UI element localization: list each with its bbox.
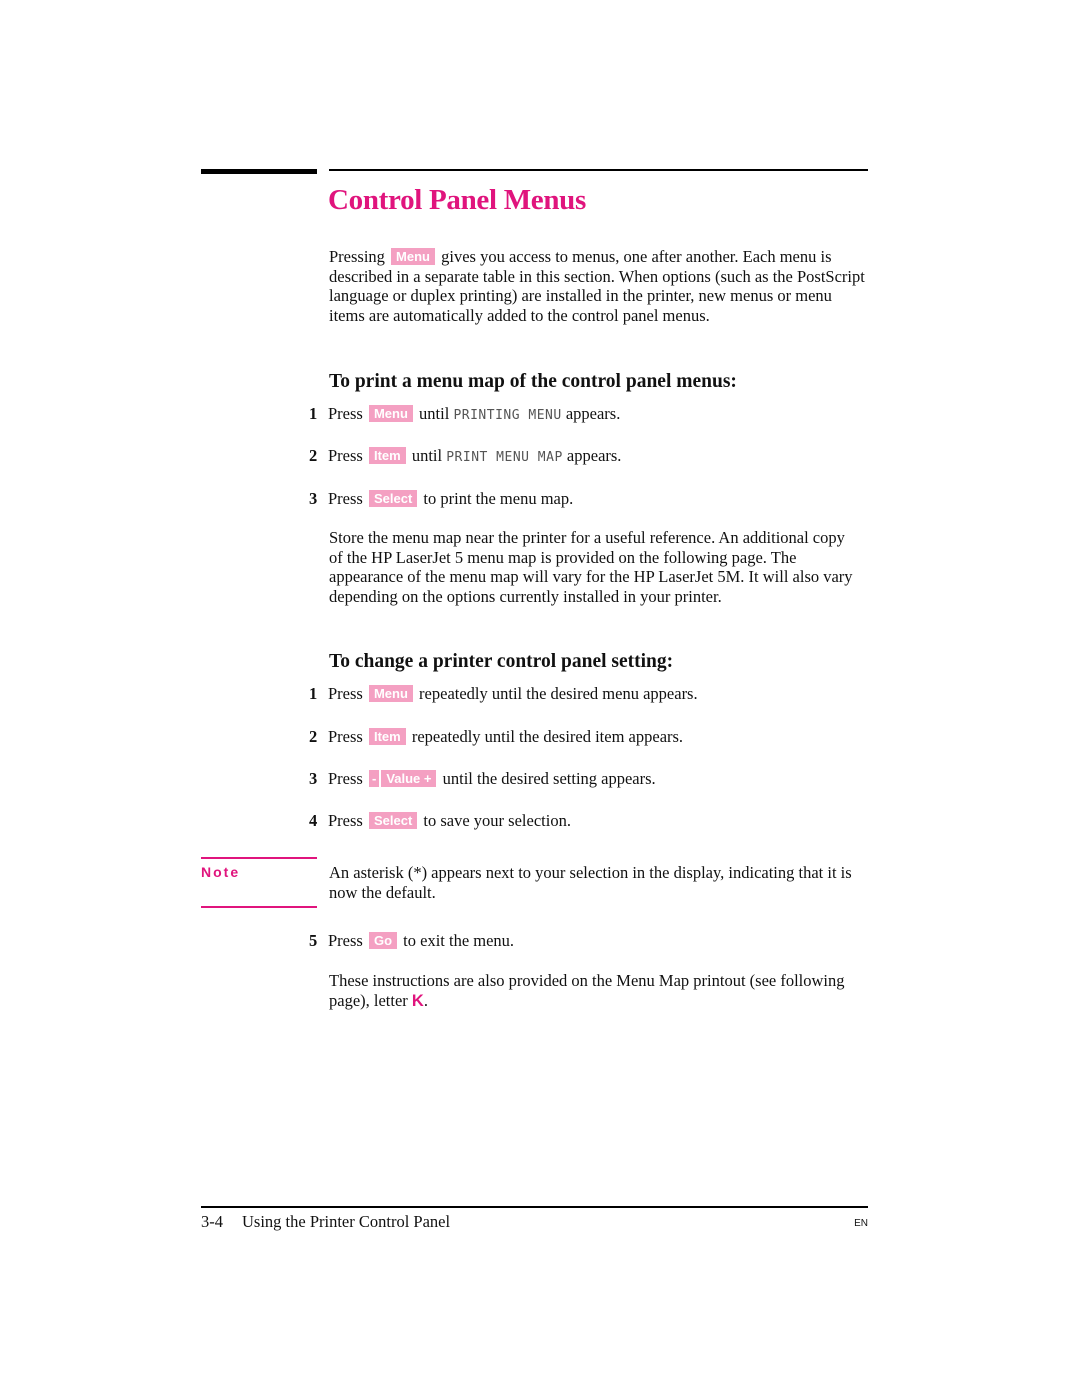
- letter-k: K: [411, 991, 424, 1010]
- select-key: Select: [368, 812, 418, 829]
- closing-period: .: [423, 990, 428, 1010]
- footer-left: 3-4 Using the Printer Control Panel: [201, 1212, 450, 1232]
- note-rule-top: [201, 857, 317, 859]
- page-number: 3-4: [201, 1212, 223, 1231]
- step-press: Press: [328, 727, 363, 746]
- section1-heading: To print a menu map of the control panel…: [329, 371, 737, 392]
- menu-key: Menu: [391, 248, 435, 265]
- section2-step-5: 5 Press Go to exit the menu.: [309, 931, 514, 951]
- step-press: Press: [328, 489, 363, 508]
- menu-key: Menu: [368, 685, 413, 702]
- menu-key: Menu: [368, 405, 413, 422]
- step-number: 3: [309, 769, 318, 788]
- step-number: 2: [309, 446, 318, 465]
- lcd-display-text: PRINTING MENU: [453, 408, 562, 423]
- step-press: Press: [328, 404, 363, 423]
- item-key: Item: [368, 447, 406, 464]
- section2-step-2: 2 Press Item repeatedly until the desired…: [309, 727, 683, 747]
- value-minus-key: -: [368, 770, 380, 787]
- intro-paragraph: Pressing Menu gives you access to menus,…: [329, 247, 869, 325]
- step-after: until the desired setting appears.: [442, 769, 656, 788]
- step-after: to exit the menu.: [403, 931, 515, 950]
- page-title: Control Panel Menus: [328, 184, 586, 216]
- step-press: Press: [328, 446, 363, 465]
- note-text: An asterisk (*) appears next to your sel…: [329, 863, 852, 902]
- section2-heading: To change a printer control panel settin…: [329, 651, 674, 672]
- language-code: EN: [854, 1218, 868, 1229]
- lcd-display-text: PRINT MENU MAP: [446, 450, 563, 465]
- step-press: Press: [328, 811, 363, 830]
- section1-step-3: 3 Press Select to print the menu map.: [309, 489, 573, 509]
- step-after: repeatedly until the desired menu appear…: [419, 684, 698, 703]
- note-label: Note: [201, 864, 241, 880]
- section1-paragraph: Store the menu map near the printer for …: [329, 528, 853, 606]
- step-number: 2: [309, 727, 318, 746]
- item-key: Item: [368, 728, 406, 745]
- step-number: 1: [309, 684, 318, 703]
- step-mid: until: [411, 446, 443, 465]
- step-number: 4: [309, 811, 318, 830]
- header-rule-thick: [201, 169, 317, 174]
- chapter-title: Using the Printer Control Panel: [242, 1212, 451, 1231]
- go-key: Go: [368, 932, 398, 949]
- step-number: 5: [309, 931, 318, 950]
- step-after: appears.: [566, 446, 622, 465]
- note-rule-bottom: [201, 906, 317, 908]
- step-after: to print the menu map.: [423, 489, 574, 508]
- intro-before: Pressing: [329, 247, 385, 266]
- section1-step-1: 1 Press Menu until PRINTING MENU appears.: [309, 404, 620, 426]
- step-press: Press: [328, 769, 363, 788]
- value-plus-key: Value +: [381, 770, 437, 787]
- section2-step-3: 3 Press - Value + until the desired settin…: [309, 769, 656, 789]
- step-after: repeatedly until the desired item appear…: [411, 727, 684, 746]
- step-number: 3: [309, 489, 318, 508]
- step-mid: until: [419, 404, 450, 423]
- section2-step-1: 1 Press Menu repeatedly until the desired…: [309, 684, 698, 704]
- step-number: 1: [309, 404, 318, 423]
- closing-paragraph: These instructions are also provided on …: [329, 971, 849, 1011]
- header-rule-thin: [329, 169, 868, 171]
- select-key: Select: [368, 490, 418, 507]
- section2-step-4: 4 Press Select to save your selection.: [309, 811, 571, 831]
- footer-rule: [201, 1206, 868, 1208]
- step-after: appears.: [565, 404, 621, 423]
- closing-text: These instructions are also provided on …: [329, 971, 845, 1010]
- step-press: Press: [328, 684, 363, 703]
- step-press: Press: [328, 931, 363, 950]
- section1-step-2: 2 Press Item until PRINT MENU MAP appears…: [309, 446, 621, 468]
- step-after: to save your selection.: [423, 811, 571, 830]
